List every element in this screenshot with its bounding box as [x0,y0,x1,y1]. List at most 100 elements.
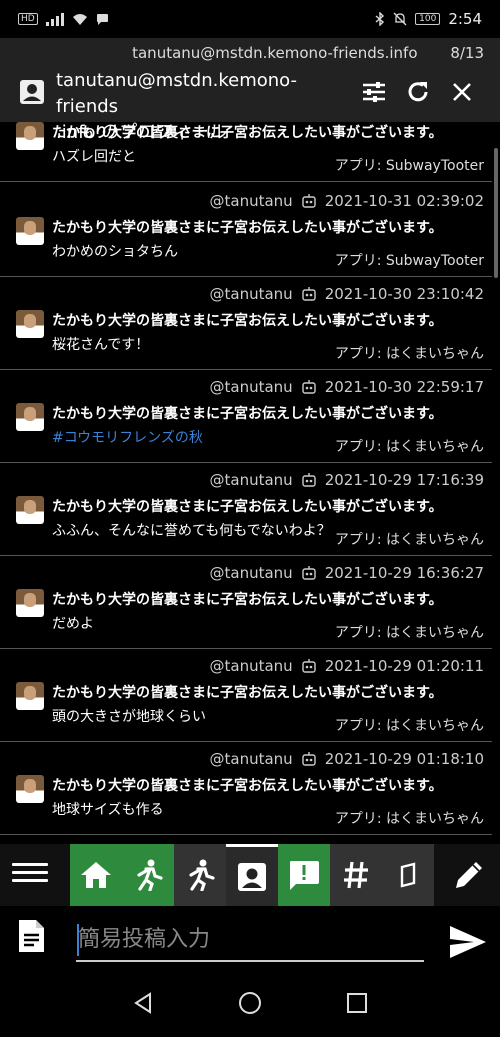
avatar[interactable] [16,775,44,803]
system-nav-bar [0,968,500,1037]
post-content: ハズレ回だと [52,149,136,165]
post-app: アプリ: はくまいちゃん [334,625,484,641]
clock: 2:54 [448,10,482,28]
scrollbar[interactable] [494,148,498,278]
post-handle: @tanutanu [209,192,293,210]
avatar[interactable] [16,682,44,710]
post-display-name: たかもり大学の皆裏さまに子宮お伝えしたい事がございます。 [52,406,443,422]
post-handle: @tanutanu [209,378,293,396]
list-item[interactable]: @tanutanu 2021-10-31 02:39:02 たかもり大学の皆裏さ… [0,187,492,277]
post-display-name: たかもり大学の皆裏さまに子宮お伝えしたい事がございます。 [52,778,443,794]
column-strip [0,844,500,906]
back-button[interactable] [130,990,156,1016]
list-item[interactable]: @tanutanu 2021-10-30 22:59:17 たかもり大学の皆裏さ… [0,373,492,463]
post-meta: @tanutanu 2021-10-31 02:39:02 [210,192,485,210]
post-handle: @tanutanu [209,285,293,303]
back-triangle-icon [134,991,152,1014]
avatar[interactable] [16,589,44,617]
quick-post-input[interactable] [76,918,424,962]
post-display-name: たかもり大学の皆裏さまに子宮お伝えしたい事がございます。 [52,313,443,329]
close-button[interactable] [446,76,478,108]
text-caret [77,924,79,956]
tab-notifications[interactable] [278,844,330,906]
chat-icon [96,13,108,25]
list-item[interactable]: @tanutanu 2021-10-29 17:16:39 たかもり大学の皆裏さ… [0,466,492,556]
bot-icon [301,566,316,580]
post-content: わかめのショタちん [52,244,178,260]
account-label: tanutanu@mstdn.kemono-friends.info [132,44,418,62]
home-circle-icon [238,991,261,1014]
recents-button[interactable] [344,990,370,1016]
home-icon [81,862,111,888]
post-list[interactable]: たかもり大学の皆裏さまに子宮お伝えしたい事がございます。 ハズレ回だと アプリ:… [0,122,500,844]
post-display-name: たかもり大学の皆裏さまに子宮お伝えしたい事がございます。 [52,592,443,608]
post-meta: @tanutanu 2021-10-30 22:59:17 [210,378,485,396]
avatar[interactable] [16,122,44,150]
tab-profile[interactable] [226,844,278,906]
tab-hashtag[interactable] [330,844,382,906]
post-date: 2021-10-29 01:20:11 [324,657,484,675]
post-handle: @tanutanu [209,750,293,768]
tab-list[interactable] [382,844,434,906]
send-icon[interactable] [448,924,488,960]
post-app: アプリ: SubwayTooter [334,158,484,174]
title-line-1: tanutanu@mstdn.kemono-friends [56,70,297,117]
post-display-name: たかもり大学の皆裏さまに子宮お伝えしたい事がございます。 [52,125,443,141]
avatar[interactable] [16,217,44,245]
home-button[interactable] [237,990,263,1016]
list-item[interactable]: @tanutanu 2021-10-29 01:20:11 たかもり大学の皆裏さ… [0,652,492,742]
menu-button[interactable] [12,858,48,892]
run-icon [137,859,163,891]
list-item[interactable]: @tanutanu 2021-10-30 23:10:42 たかもり大学の皆裏さ… [0,280,492,370]
avatar[interactable] [16,496,44,524]
tab-home[interactable] [70,844,122,906]
bot-icon [301,287,316,301]
post-content: 地球サイズも作る [52,802,164,818]
hamburger-line [12,871,48,874]
profile-icon [20,80,44,104]
avatar[interactable] [16,403,44,431]
bookmark-icon [400,862,416,888]
document-icon[interactable] [16,918,46,954]
signal-icon [45,12,64,26]
avatar[interactable] [16,310,44,338]
post-hashtag-link[interactable]: #コウモリフレンズの秋 [52,427,203,447]
bot-icon [301,659,316,673]
mute-bell-icon [393,12,407,26]
post-app: アプリ: SubwayTooter [334,253,484,269]
post-handle: @tanutanu [209,471,293,489]
close-icon [453,83,471,101]
post-display-name: たかもり大学の皆裏さまに子宮お伝えしたい事がございます。 [52,499,443,515]
post-handle: @tanutanu [209,657,293,675]
compose-icon[interactable] [452,858,486,892]
account-line: tanutanu@mstdn.kemono-friends.info 8/13 [0,44,500,68]
post-app: アプリ: はくまいちゃん [334,346,484,362]
page-counter: 8/13 [450,44,484,62]
hamburger-line [12,863,48,866]
profile-icon [238,862,266,891]
post-content: ふふん、そんなに誉めても何もでないわよ？ [52,523,331,539]
post-date: 2021-10-29 16:36:27 [324,564,484,582]
post-display-name: たかもり大学の皆裏さまに子宮お伝えしたい事がございます。 [52,685,443,701]
sliders-icon [363,82,385,102]
post-meta: @tanutanu 2021-10-29 01:20:11 [210,657,485,675]
post-app: アプリ: はくまいちゃん [334,439,484,455]
reload-button[interactable] [402,76,434,108]
refresh-icon [408,82,428,102]
list-item[interactable]: @tanutanu 2021-10-29 01:18:10 たかもり大学の皆裏さ… [0,745,492,835]
post-meta: @tanutanu 2021-10-29 16:36:27 [210,564,485,582]
list-item[interactable]: @tanutanu 2021-10-29 16:36:27 たかもり大学の皆裏さ… [0,559,492,649]
post-date: 2021-10-30 23:10:42 [324,285,484,303]
run-icon [189,859,215,891]
list-item[interactable]: たかもり大学の皆裏さまに子宮お伝えしたい事がございます。 ハズレ回だと アプリ:… [0,122,492,182]
post-app: アプリ: はくまいちゃん [334,718,484,734]
bluetooth-icon [375,12,385,26]
tab-federated[interactable] [174,844,226,906]
post-content: 桜花さんです！ [52,337,150,353]
battery-icon: 100 [415,13,441,25]
tab-local[interactable] [122,844,174,906]
settings-button[interactable] [358,76,390,108]
post-display-name: たかもり大学の皆裏さまに子宮お伝えしたい事がございます。 [52,220,443,236]
post-app: アプリ: はくまいちゃん [334,811,484,827]
post-meta: @tanutanu 2021-10-30 23:10:42 [210,285,485,303]
